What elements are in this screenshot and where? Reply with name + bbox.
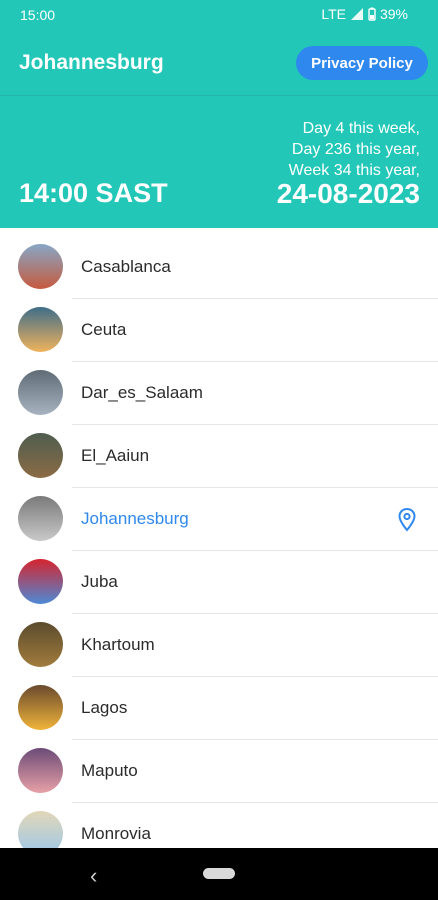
status-time: 15:00 [20, 7, 56, 23]
home-pill-icon[interactable] [203, 868, 235, 879]
city-label: Johannesburg [81, 509, 189, 528]
city-label: Lagos [81, 698, 128, 717]
status-bar: 15:00 LTE 39% [0, 0, 438, 30]
city-label: Khartoum [81, 635, 155, 654]
city-label: Maputo [81, 761, 138, 780]
city-item-dar-es-salaam[interactable]: Dar_es_Salaam [0, 362, 438, 425]
city-item-johannesburg[interactable]: Johannesburg [0, 488, 438, 551]
el-aaiun-photo-icon [18, 433, 63, 478]
battery-icon [368, 7, 376, 21]
app-title: Johannesburg [19, 51, 164, 74]
city-list: Casablanca Ceuta Dar_es_Salaam El_Aaiun Joha… [0, 236, 438, 866]
current-date: 24-08-2023 [276, 178, 420, 209]
day-of-year: Day 236 this year, [291, 141, 420, 158]
ceuta-photo-icon [18, 307, 63, 352]
city-item-lagos[interactable]: Lagos [0, 677, 438, 740]
day-of-week: Day 4 this week, [302, 120, 420, 137]
day-info: Day 4 this week, Day 236 this year, Week… [289, 118, 420, 181]
signal-icon [350, 8, 363, 20]
maputo-photo-icon [18, 748, 63, 793]
city-label: Ceuta [81, 320, 127, 339]
johannesburg-photo-icon [18, 496, 63, 541]
dar-es-salaam-photo-icon [18, 370, 63, 415]
navigation-bar: ‹ [0, 848, 438, 900]
privacy-policy-button[interactable]: Privacy Policy [296, 46, 428, 80]
khartoum-photo-icon [18, 622, 63, 667]
city-label: Casablanca [81, 257, 171, 276]
city-label: Monrovia [81, 824, 151, 843]
city-item-ceuta[interactable]: Ceuta [0, 299, 438, 362]
city-label: Juba [81, 572, 118, 591]
city-item-el-aaiun[interactable]: El_Aaiun [0, 425, 438, 488]
casablanca-photo-icon [18, 244, 63, 289]
city-item-juba[interactable]: Juba [0, 551, 438, 614]
city-item-casablanca[interactable]: Casablanca [0, 236, 438, 299]
city-label: Dar_es_Salaam [81, 383, 203, 402]
time-header: Day 4 this week, Day 236 this year, Week… [0, 96, 438, 228]
status-indicators: LTE 39% [321, 6, 408, 22]
battery-percent: 39% [379, 6, 408, 22]
back-icon[interactable]: ‹ [90, 863, 97, 889]
network-label: LTE [321, 6, 346, 22]
lagos-photo-icon [18, 685, 63, 730]
location-pin-icon [398, 508, 416, 532]
current-time: 14:00 SAST [19, 178, 168, 208]
city-label: El_Aaiun [81, 446, 150, 465]
city-item-khartoum[interactable]: Khartoum [0, 614, 438, 677]
juba-photo-icon [18, 559, 63, 604]
app-bar: Johannesburg Privacy Policy [0, 30, 438, 96]
city-item-maputo[interactable]: Maputo [0, 740, 438, 803]
